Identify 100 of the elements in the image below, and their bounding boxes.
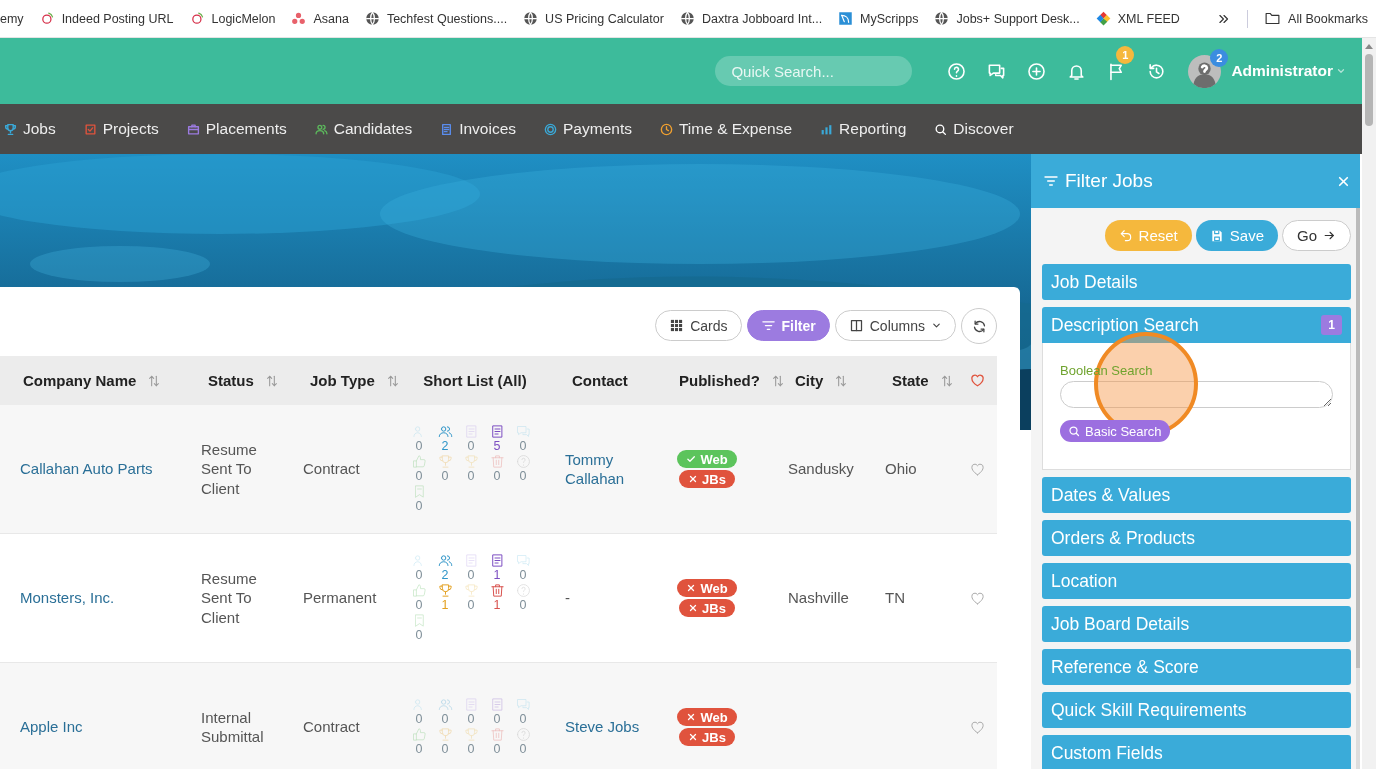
- cross-icon: [688, 603, 699, 613]
- nav-link[interactable]: Time & Expense: [659, 120, 793, 138]
- sort-icon[interactable]: [264, 373, 279, 388]
- checkbox-icon: [83, 122, 97, 136]
- table-cell-text: -: [565, 588, 571, 608]
- nav-link[interactable]: Discover: [934, 120, 1014, 138]
- scroll-thumb[interactable]: [1356, 208, 1360, 668]
- count-label: 0: [519, 742, 527, 757]
- bookmark-link[interactable]: Jobs+ Support Desk...: [926, 4, 1088, 33]
- count-label: 0: [519, 712, 527, 727]
- table-cell-text: Resume Sent To Client: [201, 439, 258, 499]
- nav-link[interactable]: Projects: [83, 120, 159, 138]
- contact-link[interactable]: Steve Jobs: [565, 717, 651, 737]
- company-link[interactable]: Monsters, Inc.: [20, 589, 115, 607]
- go-button[interactable]: Go: [1282, 220, 1351, 251]
- bookmark-link[interactable]: Daxtra Jobboard Int...: [671, 4, 831, 33]
- sort-icon[interactable]: [834, 373, 849, 388]
- scrollbar[interactable]: [1356, 208, 1360, 769]
- column-header[interactable]: City: [792, 367, 827, 394]
- table-cell: Nashville: [788, 589, 849, 607]
- basic-search-button[interactable]: Basic Search: [1060, 420, 1170, 442]
- nav-link[interactable]: Reporting: [820, 120, 907, 138]
- bookmark-link[interactable]: Asana: [283, 4, 357, 33]
- count-label: 0: [467, 568, 475, 583]
- bookmark-link[interactable]: XML FEED: [1087, 4, 1188, 33]
- heart-icon[interactable]: [969, 719, 985, 735]
- table-cell: Contract: [303, 718, 360, 736]
- company-link[interactable]: Apple Inc: [20, 718, 83, 736]
- all-bookmarks-link[interactable]: All Bookmarks: [1256, 4, 1376, 33]
- bookmark-link[interactable]: MyScripps: [830, 4, 927, 33]
- column-header[interactable]: Status: [205, 367, 257, 394]
- column-header[interactable]: Company Name: [20, 367, 140, 394]
- globe-icon: [679, 11, 695, 26]
- heart-icon[interactable]: [969, 590, 985, 606]
- close-icon[interactable]: [1337, 174, 1350, 188]
- column-header[interactable]: Job Type: [307, 367, 378, 394]
- sort-icon[interactable]: [385, 373, 400, 388]
- column-header[interactable]: State: [889, 367, 932, 394]
- toolbar-button[interactable]: Columns: [834, 310, 956, 341]
- badge-label: JBs: [702, 600, 726, 616]
- sort-icon[interactable]: [147, 373, 162, 388]
- count-label: 0: [415, 469, 423, 484]
- toolbar-button[interactable]: Cards: [655, 310, 742, 341]
- bookmark-link[interactable]: LogicMelon: [181, 4, 284, 33]
- columns-icon: [848, 318, 864, 333]
- company-link[interactable]: Callahan Auto Parts: [20, 460, 153, 478]
- count-label: 0: [415, 628, 423, 643]
- count-label: 5: [493, 439, 501, 454]
- refresh-button[interactable]: [961, 308, 997, 344]
- table-cell: TN: [885, 589, 905, 607]
- help-icon[interactable]: [946, 61, 966, 81]
- cross-icon: [688, 732, 699, 742]
- heart-icon[interactable]: [969, 461, 985, 477]
- column-header: Short List (All): [422, 370, 528, 391]
- nav-link[interactable]: Payments: [544, 120, 632, 138]
- globe-icon: [934, 11, 950, 26]
- heart-icon[interactable]: [969, 373, 985, 388]
- search-icon: [1068, 425, 1080, 437]
- avatar-icon[interactable]: [1188, 54, 1222, 88]
- column-header[interactable]: Published?: [676, 367, 763, 394]
- clock-icon: [659, 122, 673, 136]
- bookmark-link[interactable]: US Pricing Calculator: [515, 4, 672, 33]
- bookmark-link[interactable]: Indeed Posting URL: [31, 4, 182, 33]
- count-label: 0: [415, 742, 423, 757]
- nav-link[interactable]: Jobs: [4, 120, 56, 138]
- count-label: 0: [467, 439, 475, 454]
- bookmark-icon: [291, 11, 307, 26]
- table-cell-text: Internal Submittal: [201, 707, 265, 747]
- caret-icon: [1336, 66, 1346, 76]
- scroll-up-icon[interactable]: [1364, 42, 1374, 50]
- badge-label: Web: [700, 709, 728, 725]
- nav-link[interactable]: Placements: [186, 120, 287, 138]
- contact-link[interactable]: Tommy Callahan: [565, 449, 651, 489]
- badge-label: Web: [700, 451, 728, 467]
- table-cell: Permanent: [303, 589, 377, 607]
- arrow-icon: [1323, 229, 1336, 242]
- table-cell: Contract: [303, 460, 360, 478]
- count-label: 0: [519, 598, 527, 613]
- sort-icon[interactable]: [939, 373, 954, 388]
- count-label: 0: [415, 439, 423, 454]
- boolean-search-field[interactable]: [1060, 381, 1333, 408]
- trophy-icon: [4, 122, 17, 136]
- sort-icon[interactable]: [770, 373, 785, 388]
- count-badge: 1: [1321, 315, 1342, 335]
- scroll-thumb[interactable]: [1365, 54, 1373, 126]
- bookmark-link[interactable]: Techfest Questions....: [356, 4, 516, 33]
- count-label: 0: [441, 712, 449, 727]
- add-icon[interactable]: [1026, 61, 1046, 81]
- bar-chart-icon: [820, 122, 834, 136]
- history-icon[interactable]: [1146, 61, 1166, 81]
- bookmark-link[interactable]: emy: [0, 4, 32, 33]
- coin-icon: [544, 122, 558, 136]
- bookmark-icon: [838, 11, 854, 26]
- bookmark-icon: [189, 11, 205, 26]
- nav-link[interactable]: Invoices: [440, 120, 517, 138]
- nav-link[interactable]: Candidates: [314, 120, 413, 138]
- count-label: 1: [441, 598, 449, 613]
- chat-icon[interactable]: [986, 61, 1006, 81]
- briefcase-icon: [186, 122, 200, 136]
- count-label: 0: [415, 568, 423, 583]
